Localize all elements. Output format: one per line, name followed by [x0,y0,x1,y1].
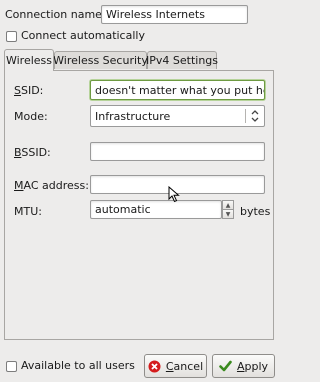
connection-name-value: Wireless Internets [106,8,205,21]
cancel-button-label: Cancel [165,359,204,373]
mode-select[interactable]: Infrastructure [90,105,265,127]
tab-wireless-security-label: Wireless Security [53,54,148,67]
checkmark-icon [219,360,232,372]
mtu-value: automatic [95,203,151,216]
connection-name-label-text: Connection name: [5,8,106,21]
connection-name-label: Connection name: [5,8,106,21]
cancel-button[interactable]: Cancel [144,354,207,378]
mtu-label-text: MTU: [14,205,42,218]
tab-ipv4-settings[interactable]: IPv4 Settings [146,51,218,69]
mtu-label: MTU: [14,205,42,218]
tab-wireless-label: Wireless [5,54,53,67]
available-all-users-label[interactable]: Available to all users [21,359,135,372]
ssid-label: SSID: [14,84,44,97]
bssid-input[interactable] [90,142,265,161]
apply-button[interactable]: Apply [212,354,275,378]
tab-wireless-security[interactable]: Wireless Security [53,51,148,69]
mode-value: Infrastructure [95,109,171,123]
connect-automatically-checkbox[interactable] [6,31,17,42]
bssid-label: BSSID: [14,146,51,159]
connection-name-input[interactable]: Wireless Internets [101,5,248,24]
mtu-input[interactable]: automatic [90,200,222,219]
tab-ipv4-settings-label: IPv4 Settings [146,54,218,67]
cancel-icon [148,360,161,372]
mouse-pointer-icon [168,186,180,203]
updown-chevron-icon [246,110,264,122]
ssid-input[interactable]: doesn't matter what you put here [90,80,265,100]
ssid-value: doesn't matter what you put here [95,83,265,97]
mode-label-text: Mode: [14,110,48,123]
mac-address-label: MAC address: [14,179,89,192]
available-all-users-checkbox[interactable] [6,361,17,372]
mtu-decrement-button[interactable]: ▼ [222,209,234,219]
mtu-unit: bytes [240,205,271,218]
connect-automatically-label[interactable]: Connect automatically [21,29,145,42]
apply-button-label: Apply [236,359,269,373]
tab-wireless[interactable]: Wireless [4,49,54,71]
mode-label: Mode: [14,110,48,123]
